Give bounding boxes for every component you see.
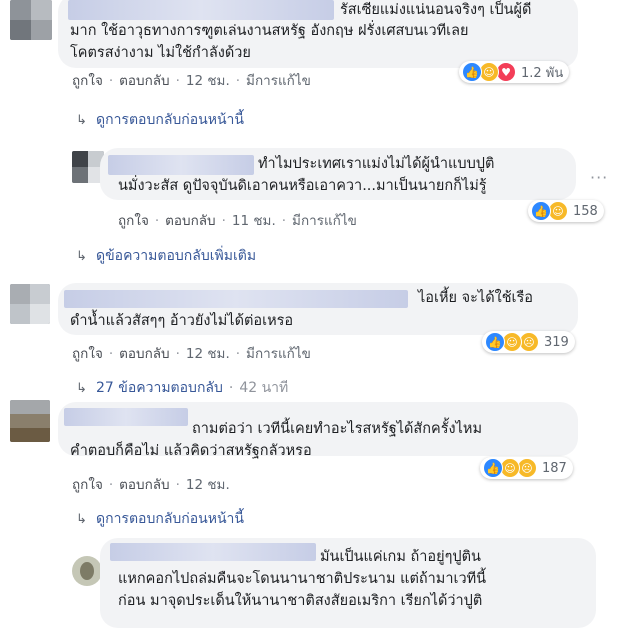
view-more-replies[interactable]: ↳ ดูข้อความตอบกลับเพิ่มเติม	[76, 245, 256, 267]
like-icon: 👍	[485, 332, 505, 352]
avatar[interactable]	[10, 400, 50, 442]
reply-link[interactable]: ตอบกลับ	[119, 342, 169, 364]
avatar[interactable]	[72, 556, 102, 586]
timestamp[interactable]: 12 ชม.	[186, 342, 230, 364]
reply-link[interactable]: ตอบกลับ	[165, 209, 215, 231]
reply-link[interactable]: ตอบกลับ	[119, 69, 169, 91]
reply-arrow-icon: ↳	[76, 512, 87, 527]
comment-actions: ถูกใจ · ตอบกลับ · 12 ชม. · มีการแก้ไข	[72, 342, 311, 364]
edited-label[interactable]: มีการแก้ไข	[246, 69, 311, 91]
reaction-summary[interactable]: 👍 ☺ 158	[528, 200, 604, 222]
edited-label[interactable]: มีการแก้ไข	[292, 209, 357, 231]
comment-text: ก่อน มาจุดประเด็นให้นานาชาติสงสัยอเมริกา…	[118, 593, 483, 609]
commenter-name[interactable]	[110, 543, 316, 561]
avatar[interactable]	[10, 0, 52, 40]
comment-text: มาก ใช้อาวุธทางการฑูตเล่นงานสหรัฐ อังกฤษ…	[70, 23, 469, 39]
reaction-count: 187	[542, 460, 567, 476]
edited-label[interactable]: มีการแก้ไข	[246, 342, 311, 364]
reply-link[interactable]: ตอบกลับ	[119, 473, 169, 495]
comment-text: ถามต่อว่า เวทีนี้เคยทำอะไรสหรัฐได้สักครั…	[192, 421, 483, 437]
like-link[interactable]: ถูกใจ	[118, 209, 149, 231]
reaction-summary[interactable]: 👍 ☺ ☹ 187	[480, 457, 573, 479]
haha-icon: ☺	[479, 62, 499, 82]
comment-text: มันเป็นแค่เกม ถ้าอยู่ๆปูติน	[320, 549, 481, 565]
view-previous-replies[interactable]: ↳ ดูการตอบกลับก่อนหน้านี้	[76, 508, 244, 530]
like-link[interactable]: ถูกใจ	[72, 69, 103, 91]
comment-actions: ถูกใจ · ตอบกลับ · 12 ชม.	[72, 473, 230, 495]
comment-text: โคตรสง่างาม ไม่ใช้กำลังด้วย	[70, 45, 251, 61]
haha-icon: ☺	[502, 332, 522, 352]
comment-actions: ถูกใจ · ตอบกลับ · 12 ชม. · มีการแก้ไข	[72, 69, 311, 91]
like-icon: 👍	[531, 201, 551, 221]
like-link[interactable]: ถูกใจ	[72, 473, 103, 495]
commenter-name[interactable]	[108, 155, 254, 175]
reply-arrow-icon: ↳	[76, 381, 87, 396]
reaction-count: 158	[573, 203, 598, 219]
commenter-name[interactable]	[64, 408, 188, 426]
reaction-count: 319	[544, 334, 569, 350]
reaction-count: 1.2 พัน	[521, 65, 564, 81]
sad-icon: ☹	[517, 458, 537, 478]
sad-icon: ☹	[519, 332, 539, 352]
timestamp[interactable]: 12 ชม.	[186, 473, 230, 495]
comment-text: ทำไมประเทศเราแม่งไม่ได้ผู้นำแบบปูติ	[258, 156, 495, 172]
like-link[interactable]: ถูกใจ	[72, 342, 103, 364]
avatar[interactable]	[10, 284, 50, 324]
comment-text: นมั่งวะสัส ดูปัจจุบันดิเอาคนหรือเอาควา..…	[118, 178, 487, 194]
comment-text: ดำน้ำแล้วสัสๆๆ อ้าวยังไม่ได้ต่อเหรอ	[70, 313, 294, 329]
reaction-summary[interactable]: 👍 ☺ ♥ 1.2 พัน	[459, 61, 570, 83]
comment-text: แหกคอกไปถล่มคืนจะโดนนานาชาติประนาม แต่ถ้…	[118, 571, 487, 587]
like-icon: 👍	[462, 62, 482, 82]
more-options-icon[interactable]: ···	[590, 168, 608, 187]
haha-icon: ☺	[548, 201, 568, 221]
view-previous-replies[interactable]: ↳ ดูการตอบกลับก่อนหน้านี้	[76, 109, 244, 131]
like-icon: 👍	[483, 458, 503, 478]
comment-text: คำตอบก็คือไม่ แล้วคิดว่าสหรัฐกลัวหรอ	[70, 443, 312, 459]
reply-arrow-icon: ↳	[76, 113, 87, 128]
love-icon: ♥	[496, 62, 516, 82]
timestamp[interactable]: 11 ชม.	[232, 209, 276, 231]
comment-actions: ถูกใจ · ตอบกลับ · 11 ชม. · มีการแก้ไข	[118, 209, 357, 231]
reply-time: 42 นาที	[239, 380, 289, 396]
reply-arrow-icon: ↳	[76, 249, 87, 264]
view-replies[interactable]: ↳ 27 ข้อความตอบกลับ · 42 นาที	[76, 377, 288, 399]
commenter-name[interactable]	[64, 290, 408, 308]
timestamp[interactable]: 12 ชม.	[186, 69, 230, 91]
comment-text: รัสเซียแม่งแน่นอนจริงๆ เป็นผู้ดี	[340, 2, 532, 18]
reaction-summary[interactable]: 👍 ☺ ☹ 319	[482, 331, 575, 353]
haha-icon: ☺	[500, 458, 520, 478]
commenter-name[interactable]	[68, 0, 334, 20]
comment-text: ไอเหี้ย จะได้ใช้เรือ	[418, 290, 533, 306]
